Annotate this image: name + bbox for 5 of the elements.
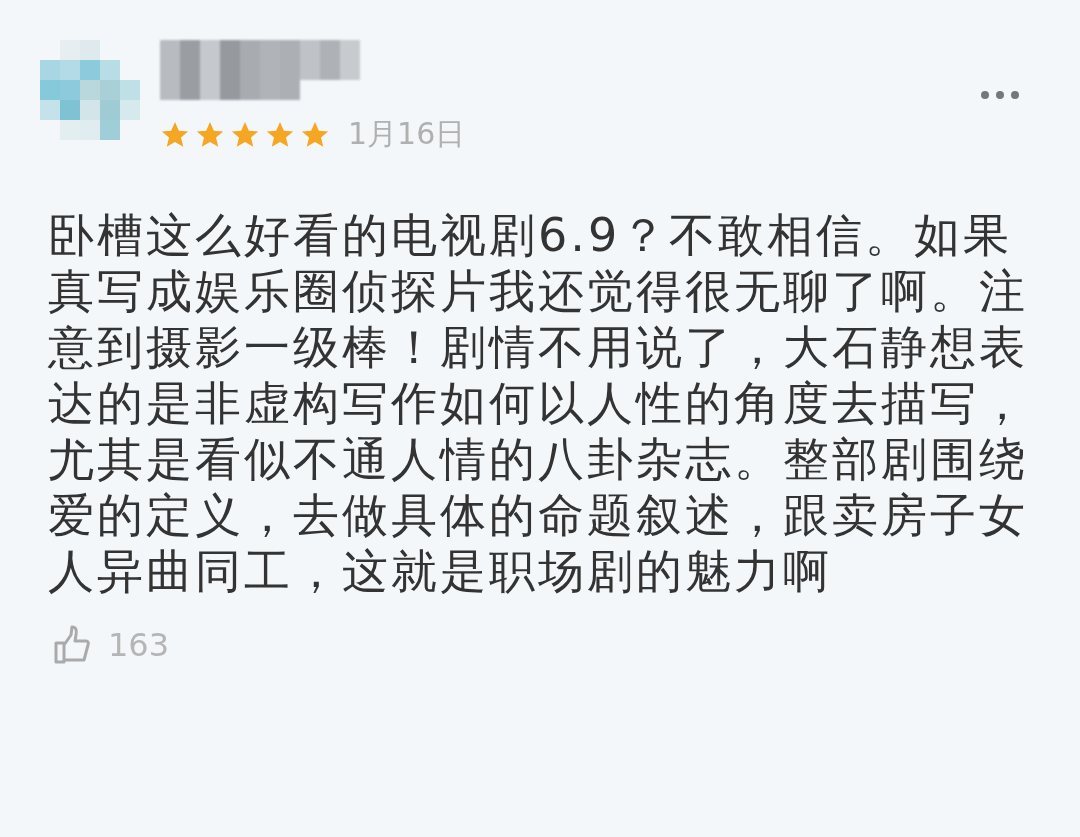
more-icon[interactable]: [980, 90, 1020, 100]
like-count: 163: [108, 626, 170, 664]
thumbs-up-icon[interactable]: [52, 625, 92, 665]
review-text: 卧槽这么好看的电视剧6.9？不敢相信。如果真写成娱乐圈侦探片我还觉得很无聊了啊。注意到摄影一级棒！剧情不用说了，大石静想表达的是非虚构写作如何以人性的角度去描写，尤其是看似不通人情的八卦杂志。整部剧围绕爱的定义，去做具体的命题叙述，跟卖房子女人异曲同工，这就是职场剧的魅力啊: [48, 207, 1029, 599]
review-date: 1月16日: [348, 115, 466, 153]
